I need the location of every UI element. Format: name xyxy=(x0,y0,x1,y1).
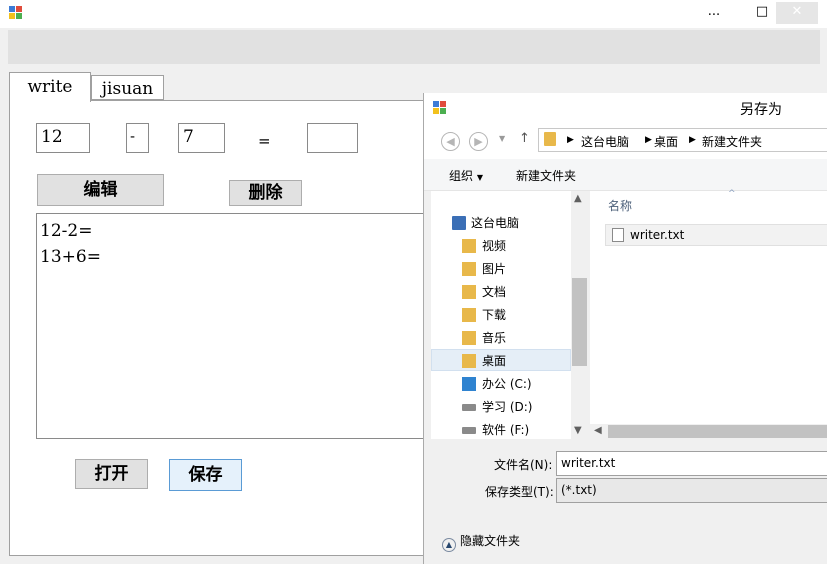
dialog-icon xyxy=(433,101,447,115)
tree-item[interactable]: 办公 (C:) xyxy=(431,373,571,395)
toolbar-area xyxy=(8,30,820,64)
tab-write[interactable]: write xyxy=(9,72,91,102)
back-icon[interactable]: ◀ xyxy=(441,132,460,151)
operator-input[interactable]: - xyxy=(126,123,149,153)
operand2-input[interactable]: 7 xyxy=(178,123,225,153)
organize-button[interactable]: 组织 ▼ xyxy=(449,167,483,184)
editor-line: 12-2= xyxy=(40,221,93,241)
tree-item-label: 视频 xyxy=(482,239,507,253)
forward-icon[interactable]: ▶ xyxy=(469,132,488,151)
history-dropdown-icon[interactable]: ▼ xyxy=(499,134,505,143)
text-file-icon xyxy=(612,228,624,242)
hide-folders-label: 隐藏文件夹 xyxy=(460,534,521,548)
hide-folders-toggle[interactable]: ▲ 隐藏文件夹 xyxy=(442,532,520,552)
collapse-icon: ▲ xyxy=(442,538,456,552)
drive-icon xyxy=(462,404,476,411)
breadcrumb-item[interactable]: 这台电脑 xyxy=(581,133,629,150)
tree-item-label: 学习 (D:) xyxy=(482,400,533,414)
sort-indicator-icon: ^ xyxy=(728,189,736,199)
filename-input[interactable]: writer.txt xyxy=(556,451,827,476)
close-button[interactable]: ✕ xyxy=(776,2,818,24)
tree-item[interactable]: 学习 (D:) xyxy=(431,396,571,418)
minimize-button[interactable]: ... xyxy=(700,2,728,24)
folder-icon xyxy=(462,262,476,276)
chevron-right-icon: ▶ xyxy=(689,135,696,145)
tree-item-label: 文档 xyxy=(482,285,507,299)
filetype-select[interactable]: (*.txt) xyxy=(556,478,827,503)
maximize-button[interactable]: □ xyxy=(748,2,776,24)
tab-jisuan[interactable]: jisuan xyxy=(91,75,164,100)
navigation-bar: ◀ ▶ ▼ ↑ ▶ 这台电脑 ▶ 桌面 ▶ 新建文件夹 xyxy=(424,123,827,159)
tree-item[interactable]: 音乐 xyxy=(431,327,571,349)
delete-button[interactable]: 删除 xyxy=(229,180,302,206)
file-list-hscrollbar[interactable]: ◀ xyxy=(590,424,827,439)
filename-label: 文件名(N): xyxy=(494,458,553,472)
edit-button[interactable]: 编辑 xyxy=(37,174,164,206)
tree-item-label: 桌面 xyxy=(482,354,507,368)
file-item[interactable]: writer.txt xyxy=(605,224,827,246)
tree-item-label: 软件 (F:) xyxy=(482,423,530,437)
tree-item[interactable]: 这台电脑 xyxy=(431,212,571,234)
editor-line: 13+6= xyxy=(40,247,101,267)
text-editor[interactable]: 12-2= 13+6= xyxy=(36,213,431,439)
chevron-right-icon: ▶ xyxy=(567,135,574,145)
folder-icon xyxy=(544,132,556,146)
breadcrumb-item[interactable]: 新建文件夹 xyxy=(702,133,762,150)
file-name: writer.txt xyxy=(630,228,685,242)
tree-item-label: 这台电脑 xyxy=(471,216,520,230)
folder-tree[interactable]: 这台电脑 视频 图片 文档 下载 音乐 桌面 办公 (C:) 学习 (D:) 软… xyxy=(431,191,587,439)
dialog-titlebar: 另存为 xyxy=(424,93,827,123)
scroll-thumb[interactable] xyxy=(608,425,827,438)
tree-item-label: 下载 xyxy=(482,308,507,322)
folder-icon xyxy=(462,239,476,253)
tree-item[interactable]: 桌面 xyxy=(431,349,571,371)
drive-icon xyxy=(462,377,476,391)
tree-scrollbar[interactable]: ▲ ▼ xyxy=(571,191,588,439)
tree-item[interactable]: 文档 xyxy=(431,281,571,303)
drive-icon xyxy=(462,427,476,434)
main-titlebar: ... □ ✕ xyxy=(0,0,827,28)
file-list[interactable]: ^ 名称 writer.txt xyxy=(590,189,827,439)
breadcrumb-item[interactable]: 桌面 xyxy=(654,133,678,150)
save-as-dialog: 另存为 ◀ ▶ ▼ ↑ ▶ 这台电脑 ▶ 桌面 ▶ 新建文件夹 组织 ▼ 新建文… xyxy=(423,93,827,564)
operand1-input[interactable]: 12 xyxy=(36,123,90,153)
dialog-title: 另存为 xyxy=(740,102,782,118)
folder-icon xyxy=(462,308,476,322)
column-header-name[interactable]: 名称 xyxy=(608,197,632,214)
computer-icon xyxy=(452,216,466,230)
dropdown-icon: ▼ xyxy=(476,173,483,182)
chevron-right-icon: ▶ xyxy=(645,135,652,145)
dialog-toolbar: 组织 ▼ 新建文件夹 xyxy=(424,159,827,191)
app-icon xyxy=(9,6,23,20)
tree-item[interactable]: 软件 (F:) xyxy=(431,419,571,439)
tree-item[interactable]: 图片 xyxy=(431,258,571,280)
folder-icon xyxy=(462,285,476,299)
tree-item-label: 音乐 xyxy=(482,331,507,345)
tree-item[interactable]: 下载 xyxy=(431,304,571,326)
scroll-thumb[interactable] xyxy=(572,278,587,366)
up-icon[interactable]: ↑ xyxy=(519,131,530,146)
new-folder-button[interactable]: 新建文件夹 xyxy=(516,167,576,184)
result-input[interactable] xyxy=(307,123,358,153)
address-bar[interactable]: ▶ 这台电脑 ▶ 桌面 ▶ 新建文件夹 xyxy=(538,128,827,152)
scroll-down-icon[interactable]: ▼ xyxy=(574,425,582,436)
folder-icon xyxy=(462,354,476,368)
equals-label: = xyxy=(258,132,271,150)
filetype-label: 保存类型(T): xyxy=(485,485,554,499)
open-button[interactable]: 打开 xyxy=(75,459,148,489)
tree-item-label: 图片 xyxy=(482,262,507,276)
tree-item[interactable]: 视频 xyxy=(431,235,571,257)
scroll-up-icon[interactable]: ▲ xyxy=(574,193,582,204)
folder-icon xyxy=(462,331,476,345)
tree-item-label: 办公 (C:) xyxy=(482,377,532,391)
save-button[interactable]: 保存 xyxy=(169,459,242,491)
scroll-left-icon[interactable]: ◀ xyxy=(594,425,602,436)
